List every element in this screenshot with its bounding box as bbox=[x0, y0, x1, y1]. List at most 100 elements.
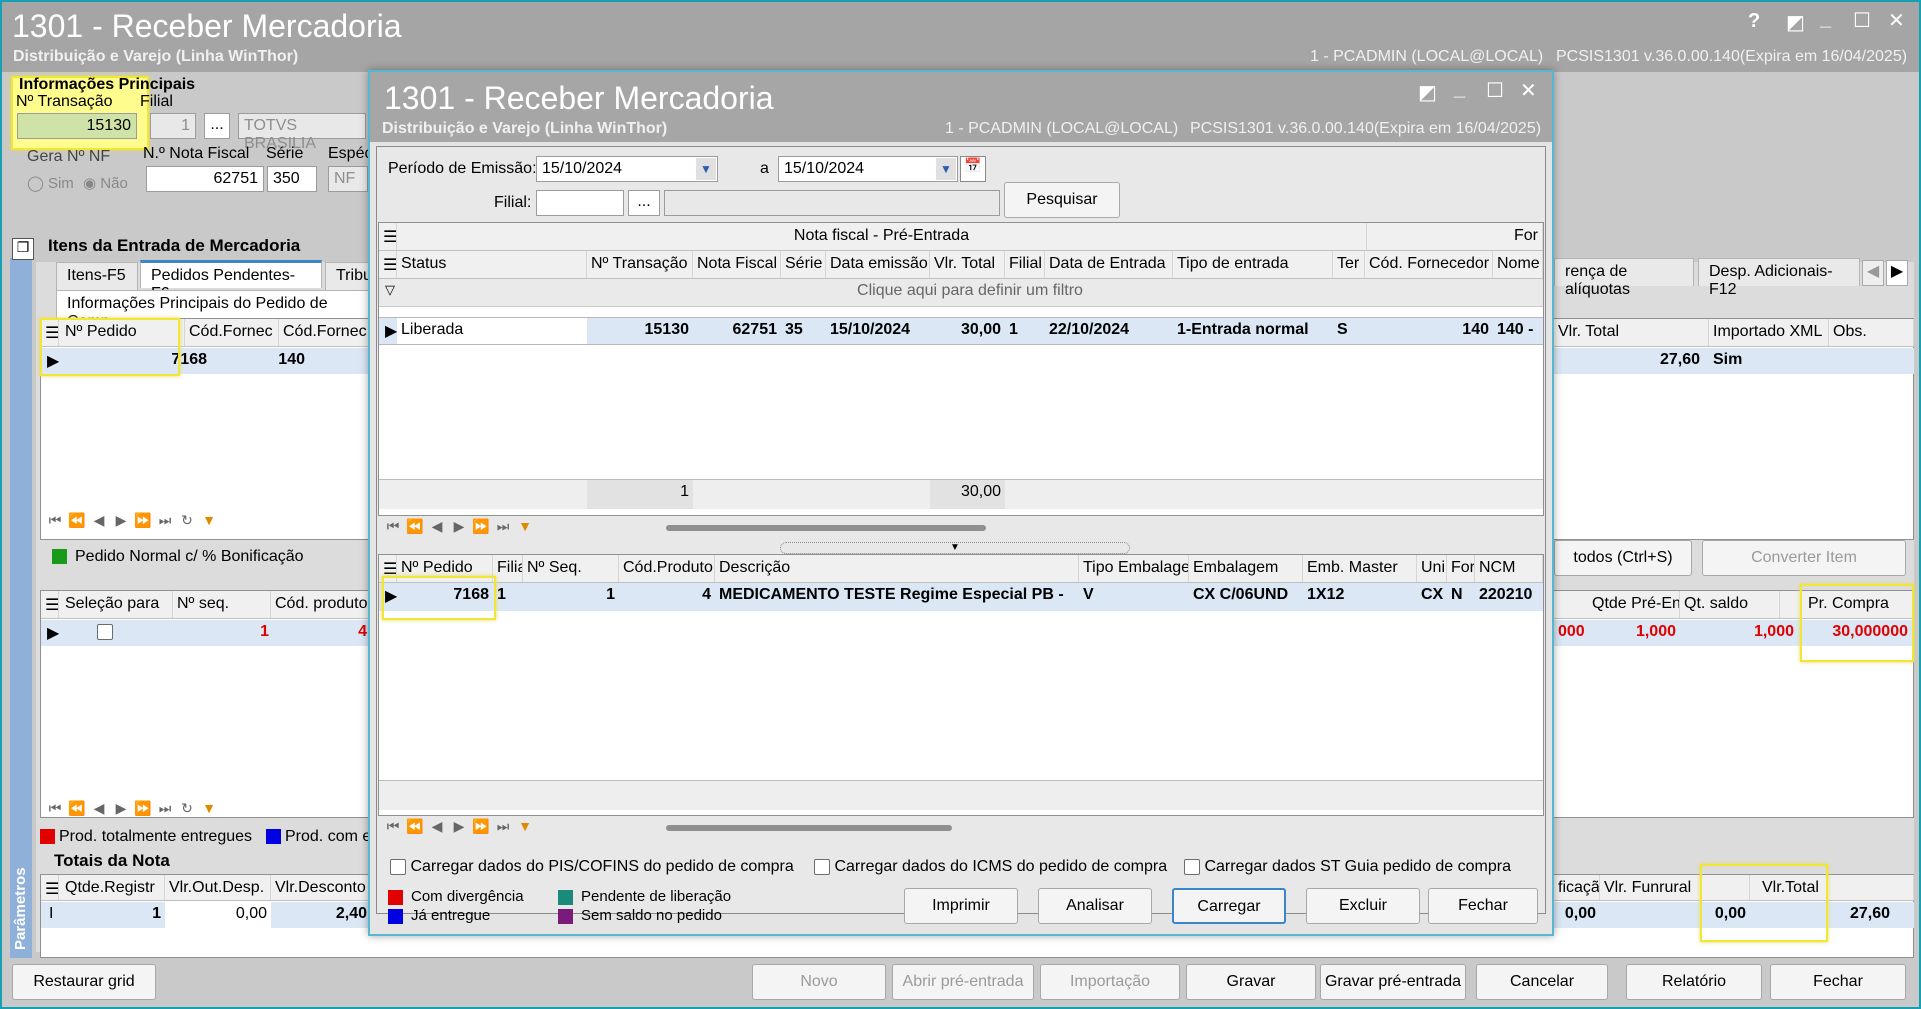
filial-input[interactable] bbox=[536, 190, 624, 216]
calendar-icon[interactable]: 📅 bbox=[960, 156, 986, 182]
col-filial[interactable]: Filial bbox=[1005, 251, 1045, 278]
col-tipo-entrada[interactable]: Tipo de entrada bbox=[1173, 251, 1333, 278]
radio-sim[interactable]: ◯ Sim bbox=[27, 174, 74, 192]
col-d-for[interactable]: For bbox=[1447, 555, 1475, 582]
transacao-field[interactable]: 15130 bbox=[17, 113, 137, 139]
nf-nav-next-icon[interactable]: ▶ bbox=[448, 518, 470, 535]
pedido-row-right[interactable]: 27,60 Sim bbox=[1554, 348, 1914, 374]
dialog-items-row[interactable]: ▶ 7168 1 1 4 MEDICAMENTO TESTE Regime Es… bbox=[379, 583, 1543, 611]
items-refresh-icon[interactable]: ↻ bbox=[176, 800, 198, 817]
imprimir-button[interactable]: Imprimir bbox=[904, 888, 1018, 924]
relatorio-button[interactable]: Relatório bbox=[1626, 964, 1762, 1000]
col-vlr-total[interactable]: Vlr. Total bbox=[1554, 319, 1709, 346]
abrir-pre-entrada-button[interactable]: Abrir pré-entrada bbox=[892, 964, 1034, 1000]
chk-st-guia[interactable]: Carregar dados ST Guia pedido de compra bbox=[1184, 858, 1511, 876]
tab-desp-adicionais[interactable]: Desp. Adicionais-F12 bbox=[1698, 258, 1860, 298]
col-status[interactable]: Status bbox=[397, 251, 587, 278]
col-vlr-total-nf[interactable]: Vlr. Total bbox=[930, 251, 1005, 278]
col-d-emb-master[interactable]: Emb. Master bbox=[1303, 555, 1417, 582]
close-icon[interactable]: ✕ bbox=[1888, 8, 1905, 33]
analisar-button[interactable]: Analisar bbox=[1038, 888, 1152, 924]
tab-tributacao[interactable]: Tribu bbox=[325, 262, 372, 290]
col-cod-fornecedor[interactable]: Cód. Fornecedor bbox=[1365, 251, 1493, 278]
nf-filter-icon[interactable]: ▼ bbox=[514, 518, 536, 534]
col-data-entrada[interactable]: Data de Entrada bbox=[1045, 251, 1173, 278]
filter-icon[interactable]: ▼ bbox=[198, 512, 220, 528]
params-sidebar[interactable] bbox=[10, 258, 32, 958]
items-nav-last-icon[interactable]: ⏭ bbox=[154, 800, 176, 817]
especie-field[interactable]: NF bbox=[328, 166, 368, 192]
nf-band-menu-icon[interactable]: ☰ bbox=[379, 223, 397, 250]
nav-next-page-icon[interactable]: ⏩ bbox=[132, 512, 154, 529]
col-cod-fornec[interactable]: Cód.Fornec bbox=[185, 319, 279, 346]
col-vlr-desconto[interactable]: Vlr.Desconto bbox=[271, 875, 371, 900]
filter-row[interactable]: ▽ Clique aqui para definir um filtro bbox=[379, 279, 1543, 307]
maximize-icon[interactable]: ☐ bbox=[1853, 8, 1871, 33]
col-nota-fiscal[interactable]: Nota Fiscal bbox=[693, 251, 781, 278]
dialog-items-hscrollbar[interactable] bbox=[666, 825, 952, 831]
date-from-field[interactable]: 15/10/2024 bbox=[536, 156, 718, 182]
d-nav-prev-page-icon[interactable]: ⏪ bbox=[404, 818, 426, 835]
nav-prev-icon[interactable]: ◀ bbox=[88, 512, 110, 529]
col-d-nro-seq[interactable]: Nº Seq. bbox=[523, 555, 619, 582]
d-nav-next-page-icon[interactable]: ⏩ bbox=[470, 818, 492, 835]
novo-button[interactable]: Novo bbox=[752, 964, 886, 1000]
radio-nao[interactable]: ◉ Não bbox=[83, 174, 128, 192]
items-nav-next-page-icon[interactable]: ⏩ bbox=[132, 800, 154, 817]
col-qtde-pre-entrada[interactable]: Qtde Pré-En bbox=[1588, 591, 1680, 618]
filial-field[interactable]: 1 bbox=[150, 113, 196, 139]
tab-diferenca-aliquotas[interactable]: rença de alíquotas bbox=[1554, 258, 1694, 298]
col-importado-xml[interactable]: Importado XML bbox=[1709, 319, 1829, 346]
col-ter[interactable]: Ter bbox=[1333, 251, 1365, 278]
col-serie[interactable]: Série bbox=[781, 251, 826, 278]
nf-nav-prev-icon[interactable]: ◀ bbox=[426, 518, 448, 535]
dialog-filial-browse-button[interactable]: ... bbox=[628, 190, 660, 216]
excluir-button[interactable]: Excluir bbox=[1306, 888, 1420, 924]
col-d-embalagem[interactable]: Embalagem bbox=[1189, 555, 1303, 582]
nf-nav-next-page-icon[interactable]: ⏩ bbox=[470, 518, 492, 535]
nav-next-icon[interactable]: ▶ bbox=[110, 512, 132, 529]
items-nav-first-icon[interactable]: ⏮ bbox=[44, 800, 66, 817]
items-filter-icon[interactable]: ▼ bbox=[198, 800, 220, 816]
dialog-maximize-icon[interactable]: ☐ bbox=[1486, 78, 1504, 103]
serie-field[interactable]: 350 bbox=[267, 166, 317, 192]
date-from-dropdown-icon[interactable]: ▼ bbox=[696, 158, 716, 180]
col-cod-produto[interactable]: Cód. produto bbox=[271, 591, 371, 618]
col-d-cod-produto[interactable]: Cód.Produto bbox=[619, 555, 715, 582]
items-grid-menu-icon[interactable]: ☰ bbox=[41, 591, 59, 618]
items-nav-prev-page-icon[interactable]: ⏪ bbox=[66, 800, 88, 817]
nf-nav-first-icon[interactable]: ⏮ bbox=[382, 518, 404, 535]
nf-hscrollbar[interactable] bbox=[666, 525, 986, 531]
dock-icon[interactable]: ❐ bbox=[12, 238, 34, 260]
items-nav-next-icon[interactable]: ▶ bbox=[110, 800, 132, 817]
col-vlr-out-desp[interactable]: Vlr.Out.Desp. bbox=[165, 875, 271, 900]
splitter-handle[interactable]: ▼ bbox=[780, 542, 1130, 554]
filial-browse-button[interactable]: ... bbox=[204, 113, 230, 139]
nota-fiscal-field[interactable]: 62751 bbox=[146, 166, 264, 192]
tab-itens[interactable]: Itens-F5 bbox=[56, 262, 138, 290]
pesquisar-button[interactable]: Pesquisar bbox=[1004, 182, 1120, 218]
restaurar-grid-button[interactable]: Restaurar grid bbox=[12, 964, 156, 1000]
nf-nav-prev-page-icon[interactable]: ⏪ bbox=[404, 518, 426, 535]
nav-first-icon[interactable]: ⏮ bbox=[44, 512, 66, 529]
fechar-main-button[interactable]: Fechar bbox=[1770, 964, 1906, 1000]
d-nav-next-icon[interactable]: ▶ bbox=[448, 818, 470, 835]
tab-pedidos-pendentes[interactable]: Pedidos Pendentes-F6 bbox=[140, 260, 322, 302]
convert-item-button[interactable]: Converter Item bbox=[1702, 540, 1906, 576]
items-row[interactable]: ▶ 1 4 bbox=[41, 620, 371, 646]
nf-grid-menu-icon[interactable]: ☰ bbox=[379, 251, 397, 278]
col-nro-seq[interactable]: Nº seq. bbox=[173, 591, 271, 618]
dialog-close-icon[interactable]: ✕ bbox=[1520, 78, 1537, 103]
totals-menu-icon[interactable]: ☰ bbox=[41, 875, 59, 900]
col-nro-transacao[interactable]: Nº Transação bbox=[587, 251, 693, 278]
nav-prev-page-icon[interactable]: ⏪ bbox=[66, 512, 88, 529]
nav-last-icon[interactable]: ⏭ bbox=[154, 512, 176, 529]
col-data-emissao[interactable]: Data emissão bbox=[826, 251, 930, 278]
nf-nav-last-icon[interactable]: ⏭ bbox=[492, 518, 514, 535]
col-d-tipo-embalagem[interactable]: Tipo Embalage bbox=[1079, 555, 1189, 582]
dialog-restore-icon[interactable]: ◩ bbox=[1418, 80, 1437, 105]
fechar-dialog-button[interactable]: Fechar bbox=[1428, 888, 1538, 924]
tab-scroll-right-icon[interactable]: ▶ bbox=[1886, 260, 1908, 286]
col-d-descricao[interactable]: Descrição bbox=[715, 555, 1079, 582]
col-qtde-registros[interactable]: Qtde.Registr bbox=[61, 875, 165, 900]
